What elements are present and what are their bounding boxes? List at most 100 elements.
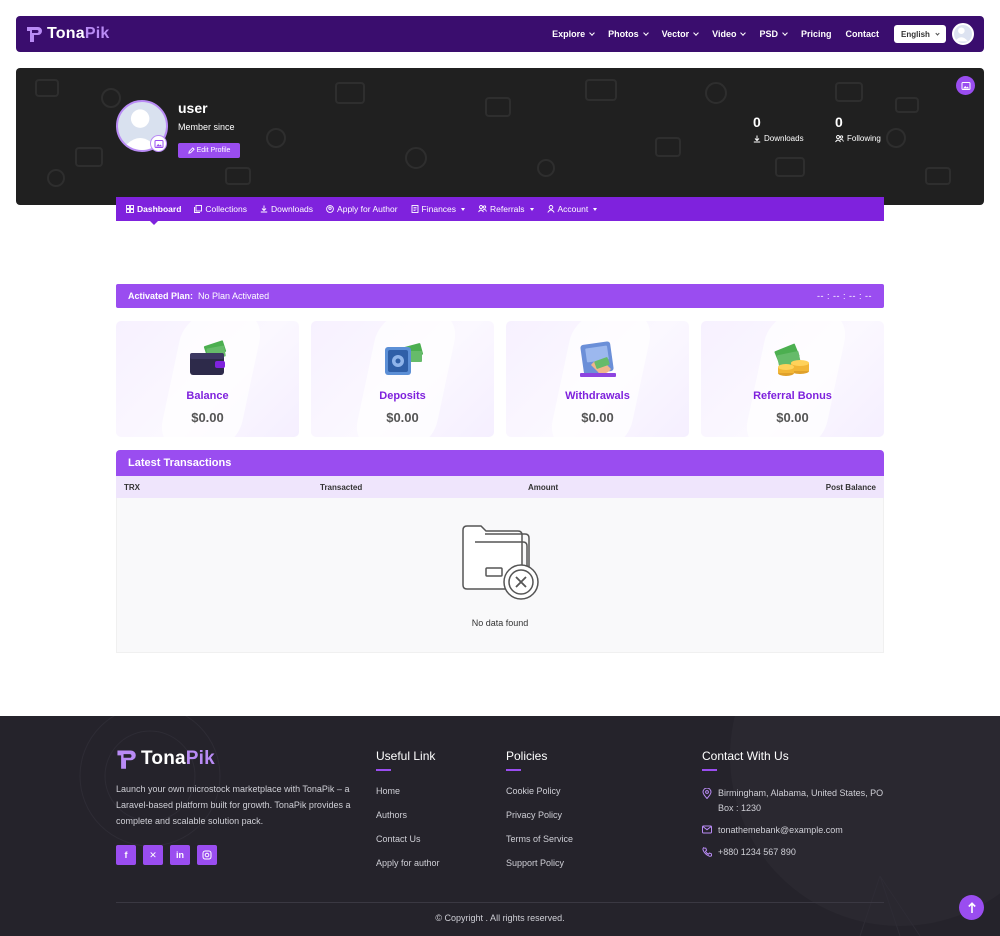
footer-useful-links: Useful Link Home Authors Contact Us Appl… xyxy=(376,749,440,882)
download-icon xyxy=(260,205,268,213)
edit-profile-button[interactable]: Edit Profile xyxy=(178,143,240,158)
instagram-icon[interactable] xyxy=(197,845,217,865)
footer-brand-name: TonaPik xyxy=(141,748,215,769)
footer-policies: Policies Cookie Policy Privacy Policy Te… xyxy=(506,749,573,882)
member-since: Member since xyxy=(178,122,235,132)
balance-card: Balance $0.00 xyxy=(116,321,299,437)
empty-folder-icon xyxy=(462,525,539,600)
deposits-card: Deposits $0.00 xyxy=(311,321,494,437)
column-amount: Amount xyxy=(528,483,559,492)
users-icon xyxy=(835,134,844,142)
nav-item-vector[interactable]: Vector xyxy=(655,29,706,39)
nav-item-psd[interactable]: PSD xyxy=(752,29,794,39)
nav-item-explore[interactable]: Explore xyxy=(545,29,601,39)
footer-link-home[interactable]: Home xyxy=(376,786,440,810)
chevron-down-icon xyxy=(782,30,788,36)
stat-downloads: 0 Downloads xyxy=(753,114,804,143)
footer-link-privacy-policy[interactable]: Privacy Policy xyxy=(506,810,573,834)
copyright-text: © Copyright . All rights reserved. xyxy=(435,913,565,923)
phone-icon xyxy=(702,847,712,857)
download-icon xyxy=(753,135,761,142)
tab-downloads[interactable]: Downloads xyxy=(260,204,313,214)
social-links: f ✕ in xyxy=(116,845,217,865)
caret-down-icon xyxy=(529,207,534,211)
brand-name: TonaPik xyxy=(47,25,110,42)
coins-icon xyxy=(774,343,809,376)
active-tab-pointer xyxy=(149,220,159,225)
tab-referrals[interactable]: Referrals xyxy=(478,204,534,214)
user-silhouette-icon xyxy=(954,27,968,42)
referral-bonus-card: Referral Bonus $0.00 xyxy=(701,321,884,437)
footer-link-support-policy[interactable]: Support Policy xyxy=(506,858,573,882)
nav-links: Explore Photos Vector Video PSD Pricing … xyxy=(545,23,974,45)
logo-icon xyxy=(117,750,136,769)
footer-link-apply-author[interactable]: Apply for author xyxy=(376,858,440,882)
dashboard-nav: Dashboard Collections Downloads Apply fo… xyxy=(116,197,884,221)
plan-timer: -- : -- : -- : -- xyxy=(817,291,872,301)
scroll-to-top-button[interactable] xyxy=(959,895,984,920)
stat-following: 0 Following xyxy=(835,114,881,143)
tab-apply-for-author[interactable]: Apply for Author xyxy=(326,204,398,214)
footer-logo[interactable]: TonaPik xyxy=(116,748,215,770)
location-pin-icon xyxy=(702,788,712,799)
arrow-up-icon xyxy=(967,901,976,913)
logo-icon xyxy=(27,27,42,42)
chevron-down-icon xyxy=(642,30,649,36)
useful-links-heading: Useful Link xyxy=(376,749,436,763)
chevron-down-icon xyxy=(935,30,940,36)
column-post-balance: Post Balance xyxy=(825,483,876,492)
footer-contact: Contact With Us Birmingham, Alabama, Uni… xyxy=(702,749,887,867)
nav-item-photos[interactable]: Photos xyxy=(601,29,655,39)
plan-value: No Plan Activated xyxy=(198,291,270,301)
brand-logo[interactable]: TonaPik xyxy=(26,25,109,43)
nav-item-video[interactable]: Video xyxy=(705,29,752,39)
dashboard-icon xyxy=(126,205,134,213)
footer-link-terms[interactable]: Terms of Service xyxy=(506,834,573,858)
contact-address: Birmingham, Alabama, United States, PO B… xyxy=(702,786,887,816)
wallet-icon xyxy=(190,340,227,375)
profile-username: user xyxy=(178,100,208,116)
chevron-down-icon xyxy=(693,30,699,36)
transactions-table-body: No data found xyxy=(116,498,884,653)
empty-state-text: No data found xyxy=(471,618,529,628)
footer-link-contact-us[interactable]: Contact Us xyxy=(376,834,440,858)
withdrawals-card: Withdrawals $0.00 xyxy=(506,321,689,437)
x-icon[interactable]: ✕ xyxy=(143,845,163,865)
footer: TonaPik Launch your own microstock marke… xyxy=(0,716,1000,936)
change-cover-button[interactable] xyxy=(956,76,975,95)
column-transacted: Transacted xyxy=(320,483,363,492)
safe-icon xyxy=(385,343,424,375)
finances-icon xyxy=(411,205,418,213)
footer-link-cookie-policy[interactable]: Cookie Policy xyxy=(506,786,573,810)
activated-plan-bar: Activated Plan: No Plan Activated -- : -… xyxy=(116,284,884,308)
nav-item-pricing[interactable]: Pricing xyxy=(794,29,839,39)
atm-icon xyxy=(580,341,616,377)
column-trx: TRX xyxy=(124,483,140,492)
mail-icon xyxy=(702,825,712,834)
linkedin-icon[interactable]: in xyxy=(170,845,190,865)
caret-down-icon xyxy=(461,207,466,211)
latest-transactions-header: Latest Transactions xyxy=(116,450,884,476)
top-navbar: TonaPik Explore Photos Vector Video PSD … xyxy=(16,16,984,52)
contact-heading: Contact With Us xyxy=(702,749,789,763)
tab-dashboard[interactable]: Dashboard xyxy=(126,204,181,214)
facebook-icon[interactable]: f xyxy=(116,845,136,865)
change-avatar-button[interactable] xyxy=(150,135,167,152)
contact-phone: +880 1234 567 890 xyxy=(702,845,887,860)
image-icon xyxy=(154,139,163,148)
footer-link-authors[interactable]: Authors xyxy=(376,810,440,834)
tab-account[interactable]: Account xyxy=(546,204,598,214)
author-icon xyxy=(326,205,334,213)
tab-collections[interactable]: Collections xyxy=(194,204,247,214)
transactions-table-header: TRX Transacted Amount Post Balance xyxy=(116,476,884,498)
caret-down-icon xyxy=(593,207,598,211)
language-select[interactable]: English xyxy=(894,25,946,43)
account-icon xyxy=(546,205,555,213)
referrals-icon xyxy=(478,205,487,213)
image-icon xyxy=(961,81,970,90)
policies-heading: Policies xyxy=(506,749,548,763)
edit-icon xyxy=(187,147,195,154)
tab-finances[interactable]: Finances xyxy=(411,204,466,214)
nav-item-contact[interactable]: Contact xyxy=(839,29,887,39)
user-avatar[interactable] xyxy=(952,23,974,45)
